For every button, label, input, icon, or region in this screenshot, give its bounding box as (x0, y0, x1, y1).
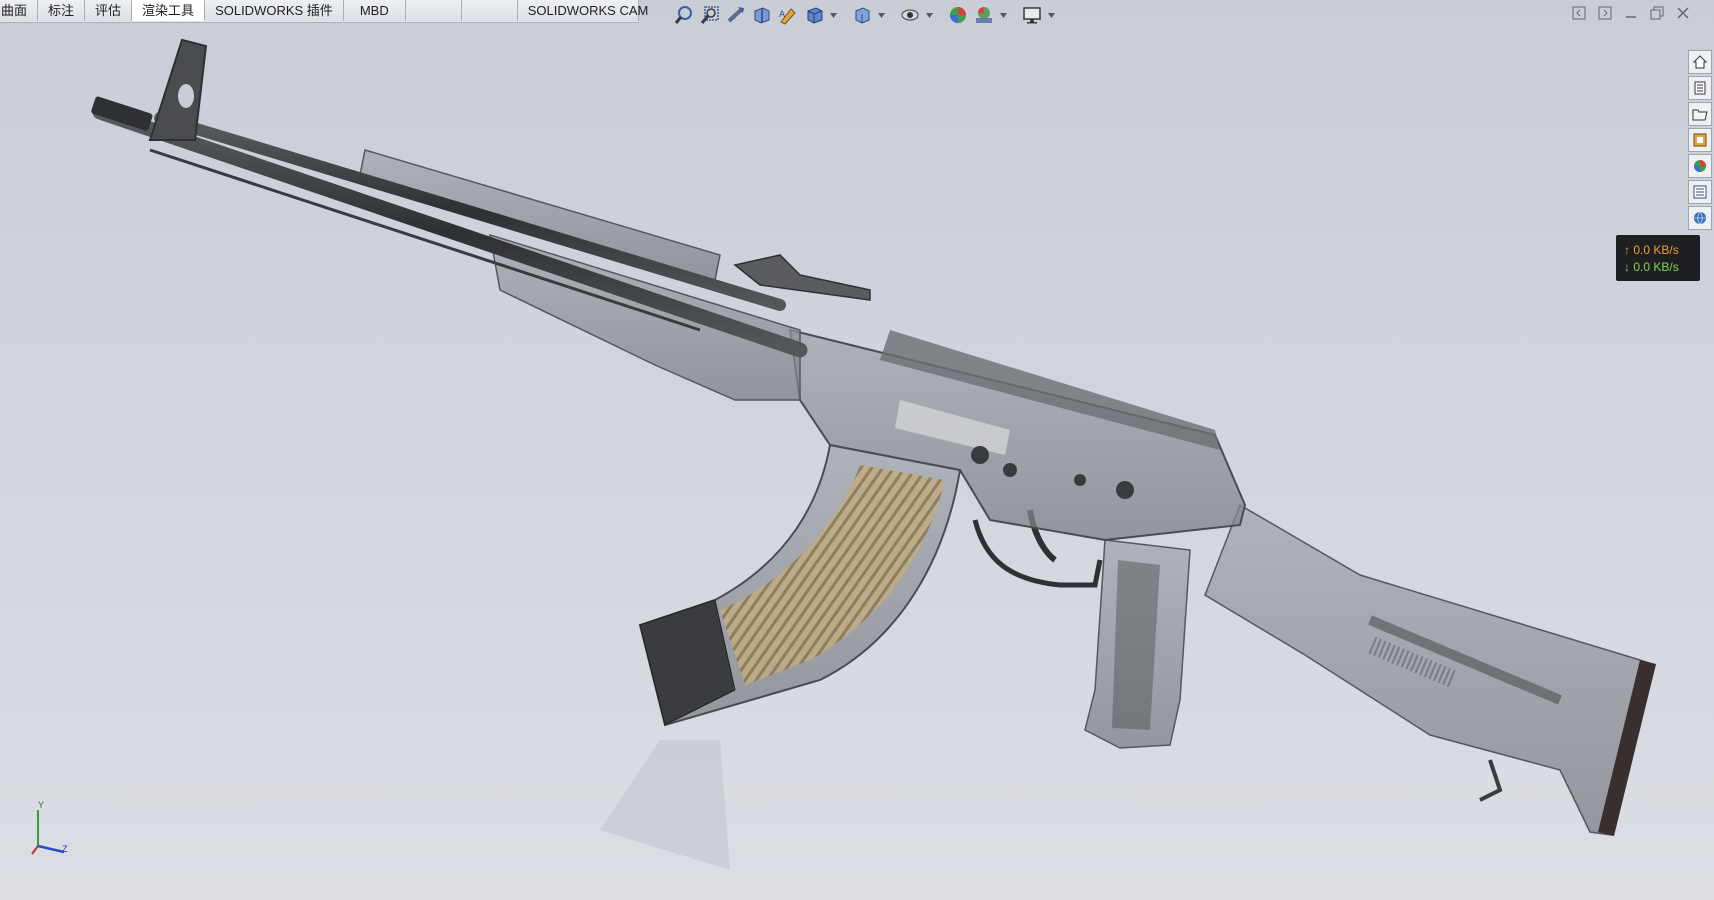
tab-blank-1[interactable] (405, 0, 462, 21)
gas-tube (154, 112, 786, 311)
chevron-down-icon[interactable] (829, 4, 837, 26)
chevron-down-icon[interactable] (877, 4, 885, 26)
chevron-down-icon[interactable] (925, 4, 933, 26)
hide-show-items-icon[interactable] (899, 4, 921, 26)
zoom-to-fit-icon[interactable] (673, 4, 695, 26)
view-settings-icon[interactable] (1021, 4, 1043, 26)
view-orientation-icon[interactable] (803, 4, 825, 26)
command-manager-tabs: 曲面 标注 评估 渲染工具 SOLIDWORKS 插件 MBD SOLIDWOR… (0, 0, 648, 23)
tile-left-icon[interactable] (1568, 4, 1590, 22)
tab-solidworks-addins[interactable]: SOLIDWORKS 插件 (205, 0, 344, 21)
tab-annotation[interactable]: 标注 (38, 0, 86, 21)
resources-icon[interactable] (1688, 206, 1712, 230)
previous-view-icon[interactable] (725, 4, 747, 26)
rifle-model-viewport[interactable] (0, 0, 1714, 900)
chevron-down-icon[interactable] (1047, 4, 1055, 26)
download-speed: ↓ 0.0 KB/s (1624, 260, 1679, 274)
heads-up-view-toolbar: A (673, 3, 1055, 27)
tab-mbd[interactable]: MBD (343, 0, 406, 21)
triad-z-label: Z (62, 844, 68, 854)
minimize-icon[interactable] (1620, 4, 1642, 22)
close-icon[interactable] (1672, 4, 1694, 22)
view-palette-icon[interactable] (1688, 128, 1712, 152)
tab-blank-2[interactable] (461, 0, 518, 21)
barrel (92, 104, 808, 358)
triad-y-label: Y (38, 800, 45, 810)
display-style-icon[interactable] (851, 4, 873, 26)
edit-appearance-icon[interactable] (947, 4, 969, 26)
front-sight-hole (178, 84, 194, 108)
tab-render-tools[interactable]: 渲染工具 (132, 0, 206, 21)
design-library-icon[interactable] (1688, 76, 1712, 100)
tab-surfaces[interactable]: 曲面 (0, 0, 39, 21)
tab-solidworks-cam[interactable]: SOLIDWORKS CAM (517, 0, 648, 21)
zoom-to-area-icon[interactable] (699, 4, 721, 26)
chevron-down-icon[interactable] (999, 4, 1007, 26)
tab-evaluate[interactable]: 评估 (85, 0, 133, 21)
apply-scene-icon[interactable] (973, 4, 995, 26)
home-icon[interactable] (1688, 50, 1712, 74)
reference-triad: Y Z (24, 798, 74, 858)
floor-reflection (600, 740, 730, 870)
front-sight (148, 38, 208, 141)
tile-right-icon[interactable] (1594, 4, 1616, 22)
butt-stock (1204, 503, 1656, 836)
task-pane-tabs (1688, 50, 1714, 230)
restore-icon[interactable] (1646, 4, 1668, 22)
dynamic-annotation-view-icon[interactable]: A (777, 4, 799, 26)
upload-speed: ↑ 0.0 KB/s (1624, 243, 1679, 257)
file-explorer-icon[interactable] (1688, 102, 1712, 126)
document-window-controls (1568, 4, 1694, 22)
appearances-scenes-icon[interactable] (1688, 154, 1712, 178)
svg-text:A: A (779, 10, 786, 20)
sling-swivel (1479, 759, 1503, 802)
custom-properties-icon[interactable] (1688, 180, 1712, 204)
section-view-icon[interactable] (751, 4, 773, 26)
network-speed-widget: ↑ 0.0 KB/s ↓ 0.0 KB/s (1616, 235, 1700, 281)
